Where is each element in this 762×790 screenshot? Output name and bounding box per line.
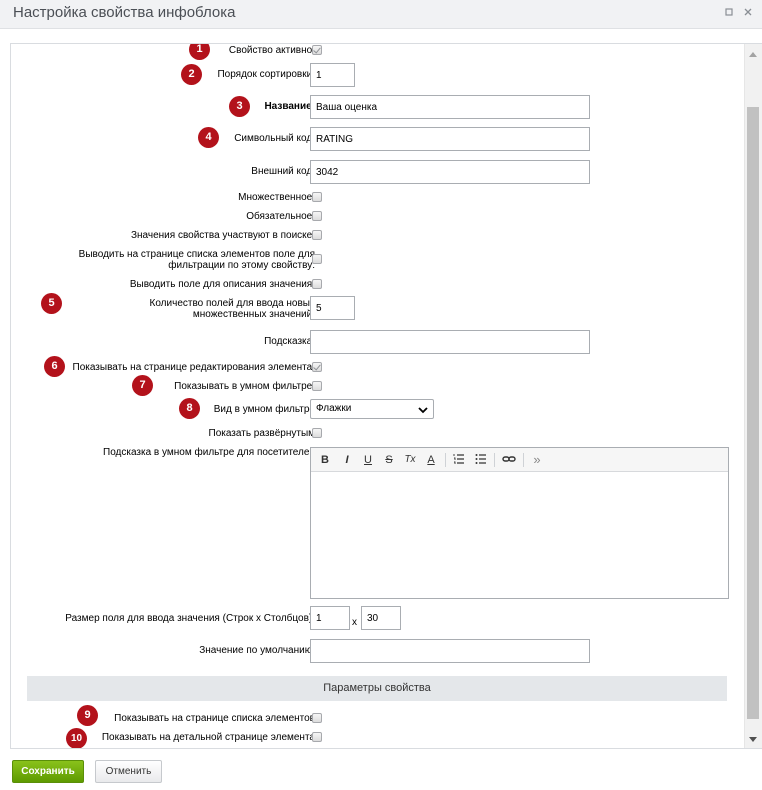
name-input[interactable] [310, 95, 590, 119]
section-header: Параметры свойства [27, 676, 727, 701]
searchable-checkbox[interactable] [312, 230, 322, 240]
name-label: Название: [264, 101, 315, 112]
size-separator: x [352, 617, 357, 628]
searchable-label: Значения свойства участвуют в поиске: [130, 230, 315, 241]
italic-icon[interactable]: I [340, 453, 354, 467]
detail-page-checkbox[interactable] [312, 732, 322, 742]
filtrable-checkbox[interactable] [312, 254, 322, 264]
form-content: Свойство активно: Порядок сортировки: На… [11, 44, 745, 748]
smart-view-label: Вид в умном фильтре [213, 404, 315, 415]
list-page-label: Показывать на странице списка элементов [114, 713, 315, 724]
hint-label: Подсказка: [264, 336, 315, 347]
show-edit-label: Показывать на странице редактирования эл… [72, 362, 316, 373]
with-description-checkbox[interactable] [312, 279, 322, 289]
multiple-cnt-input[interactable] [310, 296, 355, 320]
active-checkbox[interactable] [312, 45, 322, 55]
scroll-thumb[interactable] [747, 107, 759, 719]
more-icon[interactable]: » [530, 453, 544, 467]
default-input[interactable] [310, 639, 590, 663]
hint-input[interactable] [310, 330, 590, 354]
smart-filter-label: Показывать в умном фильтре: [174, 381, 315, 392]
smart-hint-label: Подсказка в умном фильтре для посетителе… [103, 447, 315, 458]
smart-hint-editor: B I U S Tx A » [310, 447, 729, 599]
sort-label: Порядок сортировки: [217, 69, 315, 80]
xml-id-label: Внешний код: [251, 166, 315, 177]
annotation-badge: 2 [181, 64, 202, 85]
toolbar-divider [445, 453, 446, 467]
show-edit-checkbox[interactable] [312, 362, 322, 372]
dialog-title: Настройка свойства инфоблока [13, 4, 236, 21]
editor-toolbar: B I U S Tx A » [311, 448, 728, 472]
multiple-checkbox[interactable] [312, 192, 322, 202]
chevron-down-icon [418, 403, 428, 421]
smart-filter-checkbox[interactable] [312, 381, 322, 391]
active-label: Свойство активно: [228, 45, 315, 56]
sort-input[interactable] [310, 63, 355, 87]
expanded-label: Показать развёрнутым [208, 428, 315, 439]
annotation-badge: 6 [44, 356, 65, 377]
vertical-scrollbar[interactable] [744, 44, 762, 748]
multiple-cnt-label: Количество полей для ввода новых множест… [149, 298, 315, 320]
default-label: Значение по умолчанию: [199, 645, 315, 656]
cancel-button[interactable]: Отменить [95, 760, 162, 783]
strikethrough-icon[interactable]: S [382, 453, 396, 467]
detail-page-label: Показывать на детальной странице элемент… [101, 732, 315, 743]
link-icon[interactable] [502, 453, 516, 467]
scroll-down-icon[interactable] [749, 737, 757, 742]
close-icon[interactable] [741, 7, 755, 21]
font-color-icon[interactable]: A [424, 453, 438, 467]
annotation-badge: 9 [77, 705, 98, 726]
required-checkbox[interactable] [312, 211, 322, 221]
filtrable-label: Выводить на странице списка элементов по… [78, 249, 315, 271]
list-page-checkbox[interactable] [312, 713, 322, 723]
restore-icon[interactable] [722, 7, 736, 21]
required-label: Обязательное: [246, 211, 315, 222]
multiple-label: Множественное: [238, 192, 315, 203]
smart-view-select[interactable]: Флажки [310, 399, 434, 419]
rows-input[interactable] [310, 606, 350, 630]
form-panel: Свойство активно: Порядок сортировки: На… [10, 43, 762, 749]
code-input[interactable] [310, 127, 590, 151]
xml-id-input[interactable] [310, 160, 590, 184]
annotation-badge: 1 [189, 44, 210, 60]
underline-icon[interactable]: U [361, 453, 375, 467]
ordered-list-icon[interactable] [452, 453, 466, 467]
toolbar-divider [494, 453, 495, 467]
annotation-badge: 5 [41, 293, 62, 314]
dialog-titlebar: Настройка свойства инфоблока [0, 0, 762, 29]
code-label: Символьный код: [234, 133, 315, 144]
scroll-up-icon[interactable] [749, 52, 757, 57]
bold-icon[interactable]: B [318, 453, 332, 467]
toolbar-divider [523, 453, 524, 467]
annotation-badge: 10 [66, 728, 87, 748]
annotation-badge: 7 [132, 375, 153, 396]
smart-view-value: Флажки [316, 403, 352, 414]
save-button[interactable]: Сохранить [12, 760, 84, 783]
editor-text-area[interactable] [311, 472, 728, 598]
cols-input[interactable] [361, 606, 401, 630]
with-description-label: Выводить поле для описания значения: [129, 279, 315, 290]
annotation-badge: 3 [229, 96, 250, 117]
annotation-badge: 4 [198, 127, 219, 148]
expanded-checkbox[interactable] [312, 428, 322, 438]
size-label: Размер поля для ввода значения (Строк x … [65, 613, 315, 624]
annotation-badge: 8 [179, 398, 200, 419]
unordered-list-icon[interactable] [474, 453, 488, 467]
remove-format-icon[interactable]: Tx [403, 453, 417, 467]
